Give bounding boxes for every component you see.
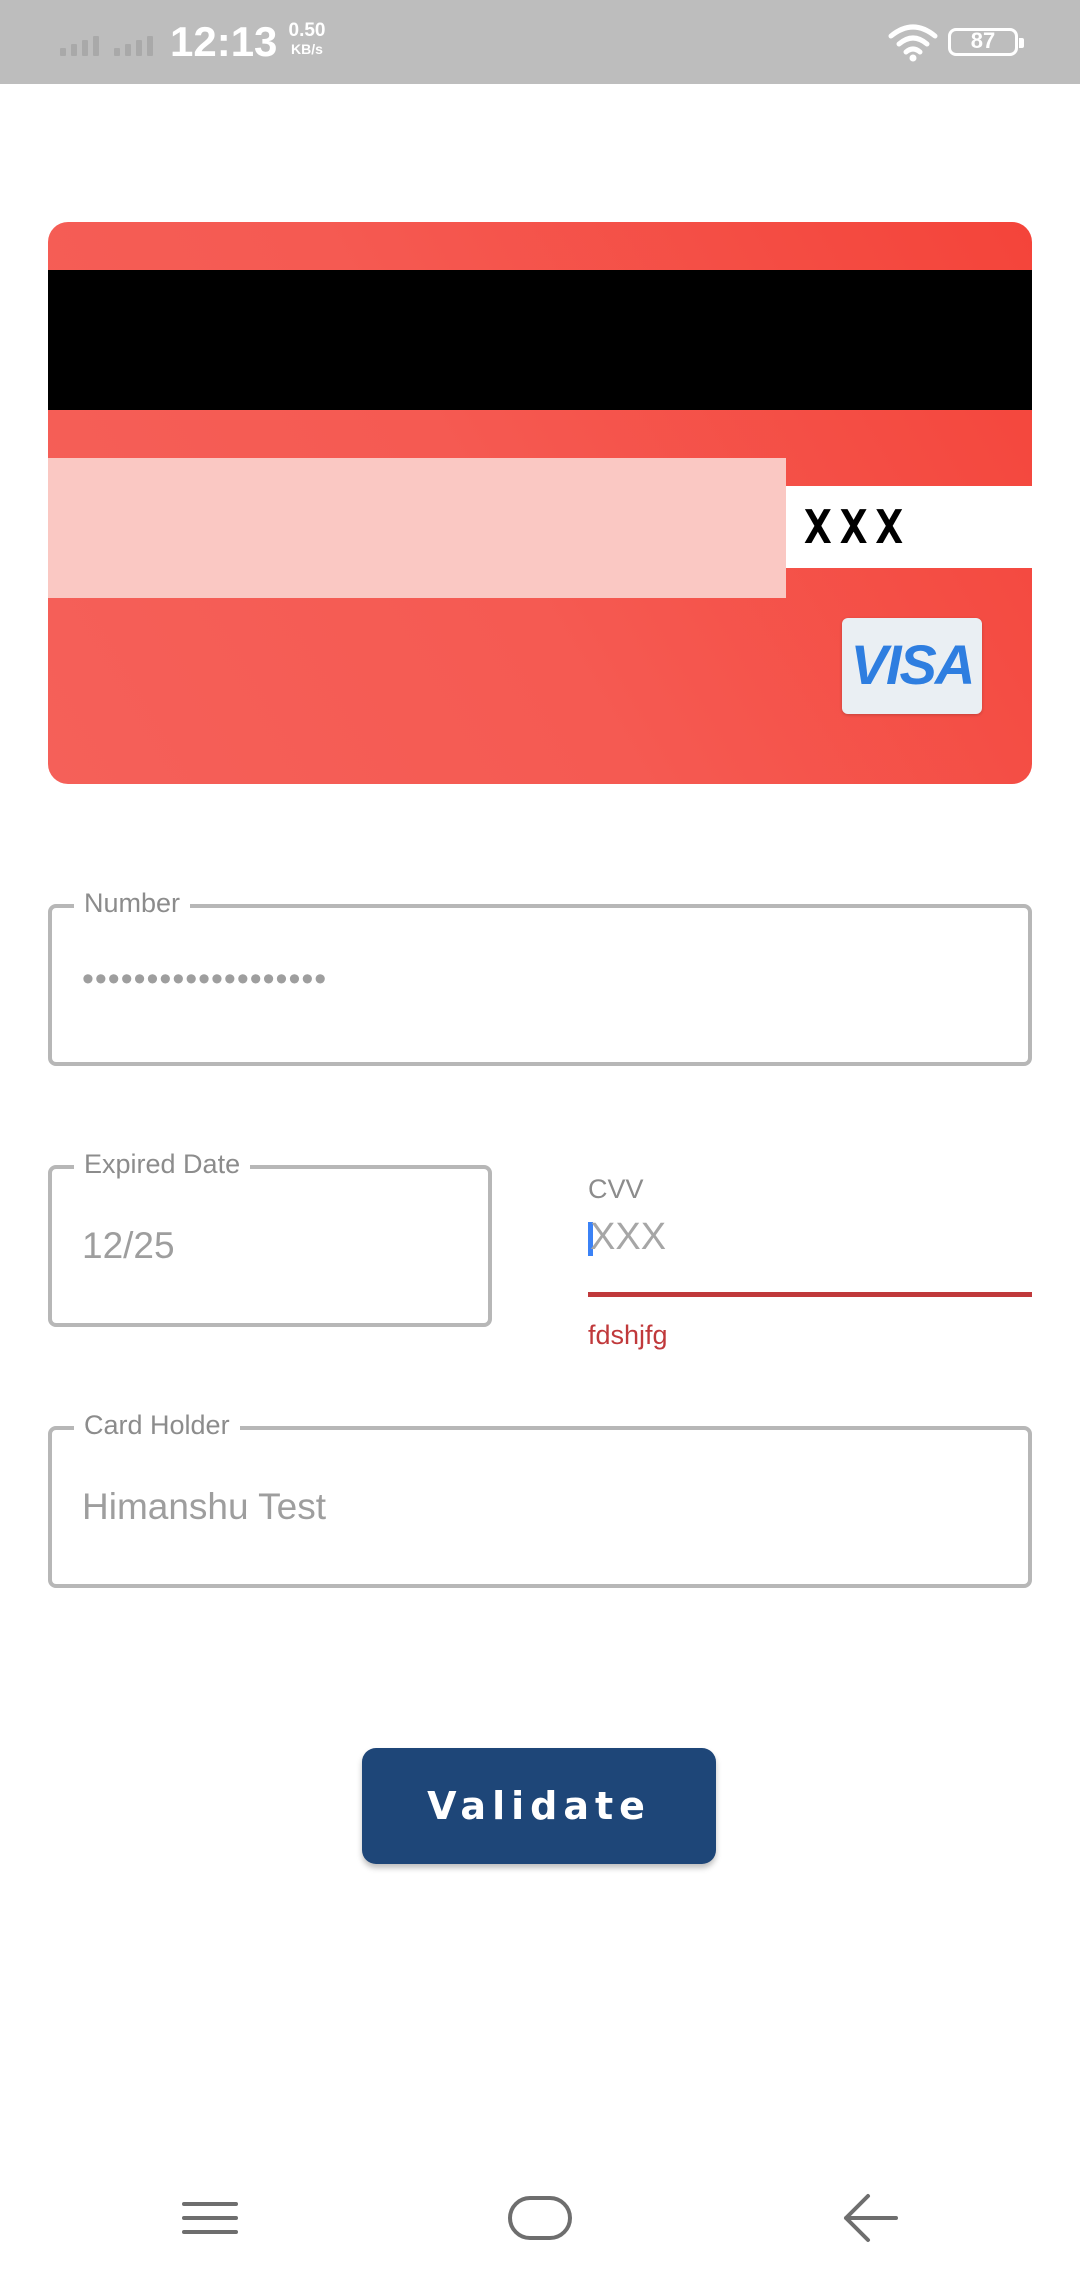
signal-icon xyxy=(60,34,108,56)
cvv-label: CVV xyxy=(588,1174,644,1204)
visa-logo-icon: VISA xyxy=(842,618,982,714)
menu-icon[interactable] xyxy=(182,2198,238,2238)
cvv-input[interactable]: XXX xyxy=(588,1214,1032,1294)
wifi-icon xyxy=(888,24,938,62)
credit-card-preview: XXX VISA xyxy=(48,222,1032,784)
cvv-error-text: fdshjfg xyxy=(588,1320,668,1350)
card-brand-text: VISA xyxy=(850,633,976,696)
card-cvv-box: XXX xyxy=(786,486,1032,568)
card-holder-value: Himanshu Test xyxy=(82,1486,327,1527)
network-speed-unit: KB/s xyxy=(291,41,323,57)
network-speed: 0.50 KB/s xyxy=(282,20,332,58)
card-number-field[interactable]: Number ••••••••••••••••••• xyxy=(48,888,1032,1066)
home-icon[interactable] xyxy=(508,2196,572,2240)
cvv-placeholder: XXX xyxy=(590,1216,667,1258)
expiry-date-field[interactable]: Expired Date 12/25 xyxy=(48,1149,492,1327)
back-icon[interactable] xyxy=(842,2190,900,2246)
expiry-date-label: Expired Date xyxy=(74,1149,251,1180)
status-bar: 12:13 0.50 KB/s 87 xyxy=(0,0,1080,84)
card-number-label: Number xyxy=(74,888,191,919)
network-speed-value: 0.50 xyxy=(288,20,326,41)
card-cvv-text: XXX xyxy=(804,500,912,554)
magnetic-stripe xyxy=(48,270,1032,410)
cvv-underline xyxy=(588,1292,1032,1297)
signal-icon xyxy=(114,34,162,56)
battery-icon: 87 xyxy=(948,28,1024,56)
battery-level: 87 xyxy=(970,28,996,53)
validate-button[interactable]: Validate xyxy=(362,1748,716,1864)
status-time: 12:13 xyxy=(170,18,278,65)
card-holder-field[interactable]: Card Holder Himanshu Test xyxy=(48,1410,1032,1588)
signature-panel xyxy=(48,458,786,598)
card-holder-label: Card Holder xyxy=(74,1410,240,1441)
card-number-value: ••••••••••••••••••• xyxy=(82,960,328,998)
expiry-date-value: 12/25 xyxy=(82,1225,175,1266)
